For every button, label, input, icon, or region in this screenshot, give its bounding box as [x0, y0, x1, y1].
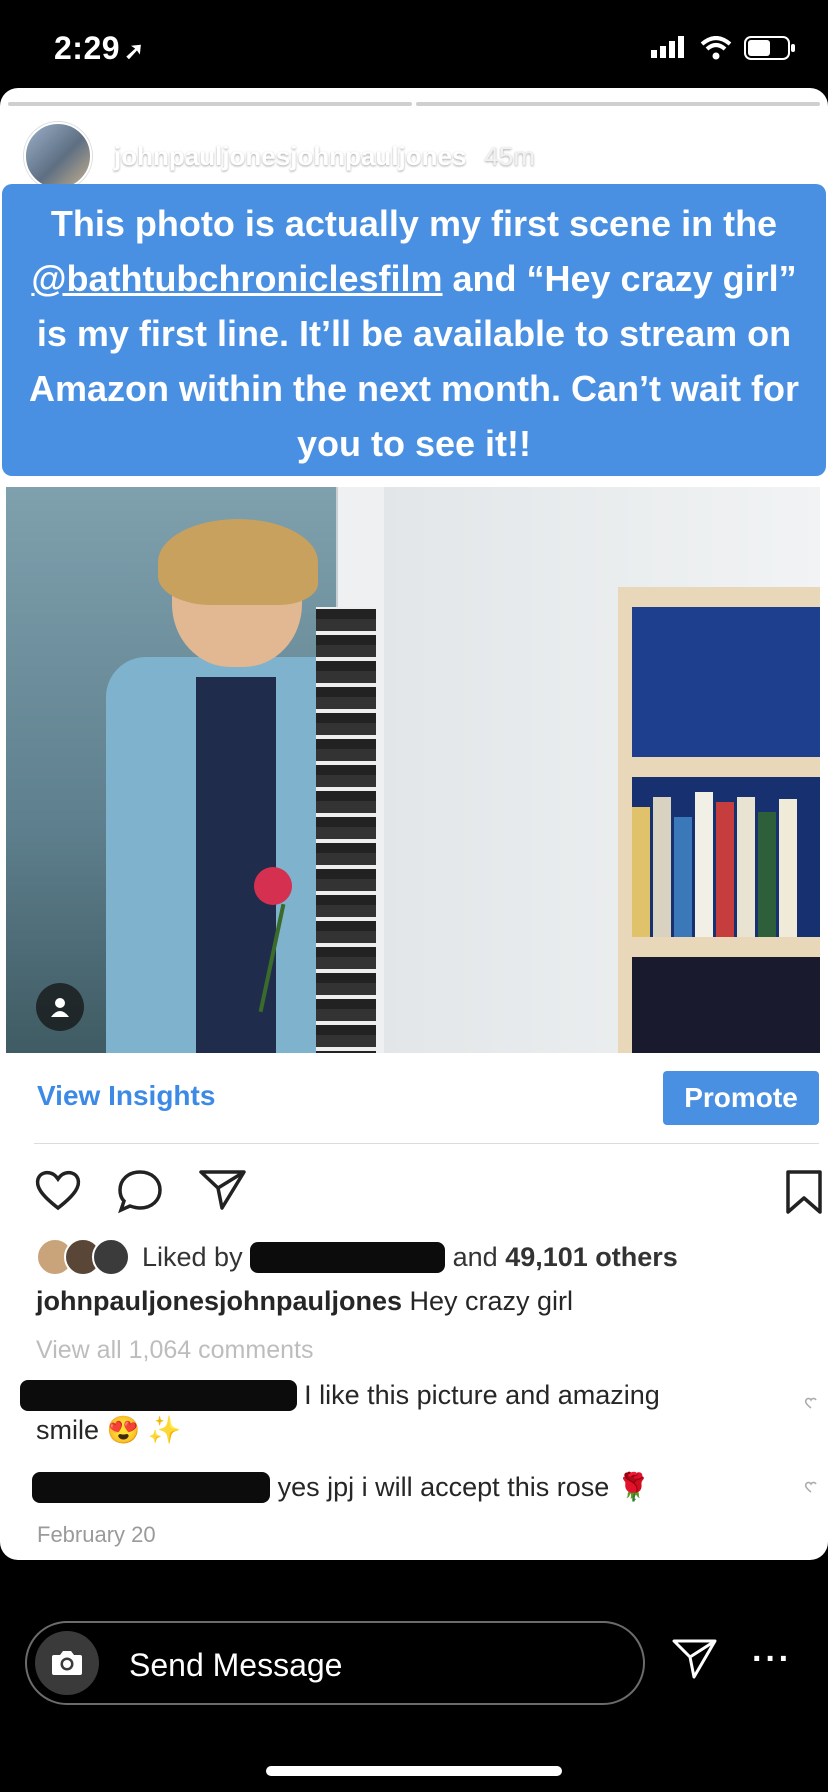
close-icon[interactable] [762, 132, 806, 176]
comment-text: I like this picture and amazing [296, 1380, 660, 1410]
shelf-back [632, 957, 820, 1053]
direct-send-icon[interactable] [672, 1638, 718, 1680]
bookmark-icon[interactable] [784, 1168, 824, 1214]
send-message-field[interactable]: Send Message [25, 1621, 645, 1705]
story-progress-segment [416, 102, 820, 106]
divider [34, 1143, 819, 1144]
story-timestamp: 45m [484, 140, 536, 171]
mention-link[interactable]: @bathtubchroniclesfilm [31, 258, 442, 299]
more-options-button[interactable]: ··· [752, 1640, 792, 1679]
camera-icon [52, 1651, 82, 1675]
liked-by-mid: and [445, 1241, 506, 1272]
caption-username[interactable]: johnpauljonesjohnpauljones [36, 1286, 402, 1316]
post-caption: johnpauljonesjohnpauljones Hey crazy gir… [36, 1286, 573, 1317]
liked-by-user[interactable]: lizzie_grubman [250, 1241, 446, 1273]
book-row [632, 787, 820, 937]
time-text: 2:29 [54, 30, 121, 66]
avatar [92, 1238, 130, 1276]
story-username[interactable]: johnpauljonesjohnpauljones [114, 141, 466, 172]
post-date: February 20 [37, 1522, 156, 1547]
photo-bookshelf [618, 587, 820, 1053]
comment-item: christian.sunny.ever I like this picture… [20, 1380, 660, 1411]
comment-item: jeanetteccampbell yes jpj i will accept … [32, 1471, 651, 1503]
comment-username[interactable]: jeanetteccampbell [32, 1472, 271, 1503]
comment-username[interactable]: christian.sunny.ever [20, 1380, 297, 1411]
avatar[interactable] [24, 122, 92, 190]
tagged-people-button[interactable] [36, 983, 84, 1031]
caption-part: This photo is actually my first scene in… [50, 203, 778, 244]
status-time: 2:29 ➚ [54, 30, 145, 67]
comment-text-line2: smile 😍 ✨ [36, 1415, 182, 1445]
heart-icon[interactable] [34, 1168, 82, 1212]
camera-button[interactable] [35, 1631, 99, 1695]
status-bar: 2:29 ➚ [0, 0, 828, 88]
caption-text: Hey crazy girl [402, 1286, 574, 1316]
photo-person [66, 519, 396, 1053]
liked-by-prefix: Liked by [142, 1241, 251, 1272]
story-progress-segment [8, 102, 412, 106]
comment-icon[interactable] [116, 1168, 164, 1214]
shelf-back [632, 607, 820, 757]
cellular-signal-icon [651, 36, 684, 58]
home-indicator[interactable] [266, 1766, 562, 1776]
comment-text: yes jpj i will accept this rose 🌹 [270, 1472, 651, 1502]
battery-icon [744, 36, 795, 60]
location-icon: ➚ [124, 38, 145, 65]
view-all-comments-link[interactable]: View all 1,064 comments [36, 1336, 313, 1365]
comment-like-icon[interactable] [804, 1480, 818, 1494]
likes-summary[interactable]: Liked by lizzie_grubman and 49,101 other… [36, 1238, 678, 1276]
liked-by-text: Liked by lizzie_grubman and 49,101 other… [142, 1241, 678, 1273]
wifi-icon [700, 36, 732, 60]
share-icon[interactable] [198, 1168, 248, 1212]
view-insights-link[interactable]: View Insights [37, 1080, 215, 1112]
comment-like-icon[interactable] [804, 1396, 818, 1410]
post-photo[interactable] [6, 487, 820, 1053]
story-text-overlay: This photo is actually my first scene in… [2, 184, 826, 476]
promote-button[interactable]: Promote [663, 1071, 819, 1125]
person-icon [51, 998, 69, 1017]
likes-count[interactable]: 49,101 others [505, 1242, 678, 1272]
message-placeholder: Send Message [129, 1647, 343, 1683]
story-card[interactable]: johnpauljonesjohnpauljones 45m This phot… [0, 88, 828, 1560]
story-caption: This photo is actually my first scene in… [2, 184, 826, 471]
story-header: johnpauljonesjohnpauljones 45m [24, 122, 536, 190]
